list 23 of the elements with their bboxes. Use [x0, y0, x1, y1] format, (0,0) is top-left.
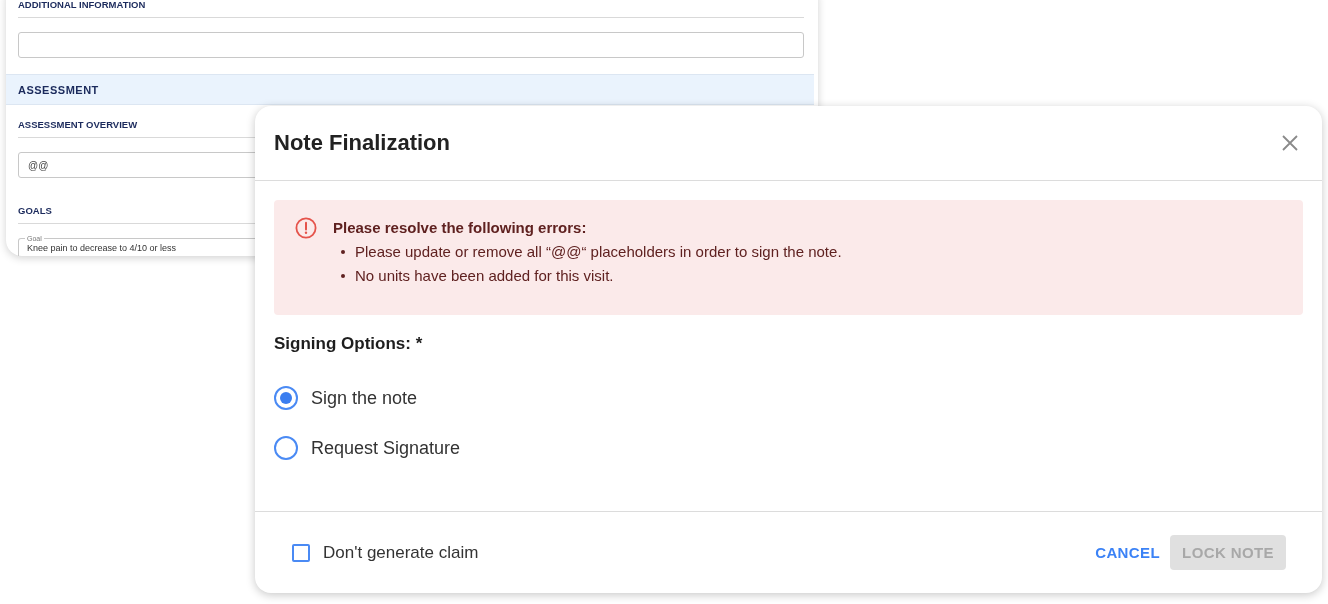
- close-icon: [1282, 135, 1298, 151]
- bullet-icon: [341, 274, 345, 278]
- field-value: Knee pain to decrease to 4/10 or less: [27, 243, 177, 254]
- error-message: Please update or remove all “@@“ placeholders in order to sign the note.: [355, 242, 842, 262]
- close-button[interactable]: [1282, 135, 1298, 151]
- radio-button[interactable]: [274, 436, 298, 460]
- dialog-title: Note Finalization: [274, 130, 450, 156]
- error-icon: [295, 217, 317, 239]
- section-title: ASSESSMENT: [18, 83, 99, 96]
- radio-label[interactable]: Request Signature: [311, 437, 461, 459]
- cancel-button[interactable]: CANCEL: [1095, 536, 1161, 569]
- subsection-heading: GOALS: [18, 205, 52, 216]
- checkbox[interactable]: [292, 543, 310, 562]
- checkbox-label[interactable]: Don't generate claim: [323, 542, 479, 563]
- radio-label[interactable]: Sign the note: [311, 387, 418, 409]
- signing-options-label: Signing Options: *: [274, 333, 423, 355]
- subsection-heading: ASSESSMENT OVERVIEW: [18, 119, 138, 130]
- radio-button[interactable]: [274, 386, 298, 410]
- bullet-icon: [341, 250, 345, 254]
- alert-title: Please resolve the following errors:: [333, 218, 587, 238]
- subsection-heading: ADDITIONAL INFORMATION: [18, 0, 146, 10]
- input-field[interactable]: [18, 32, 804, 58]
- error-message: No units have been added for this visit.: [355, 266, 614, 286]
